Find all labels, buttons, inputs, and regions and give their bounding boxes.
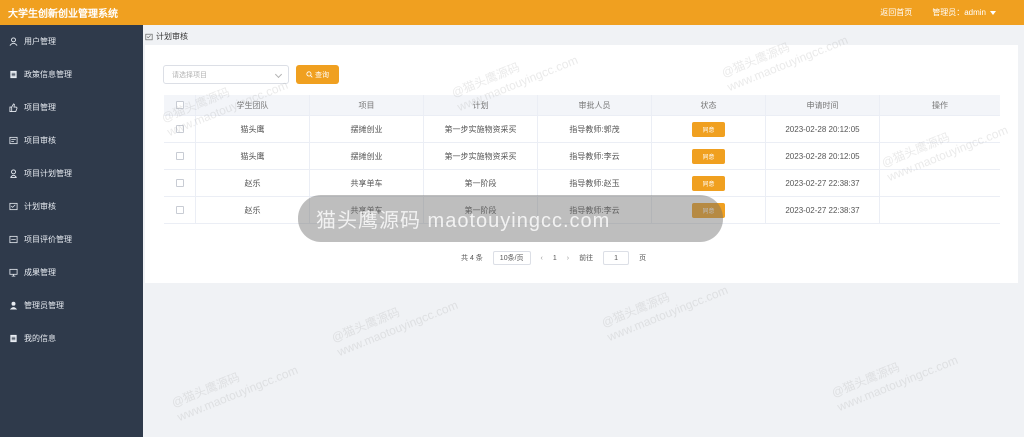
sidebar-item-label: 管理员管理 bbox=[24, 301, 64, 310]
row-checkbox[interactable] bbox=[175, 125, 184, 133]
user-icon bbox=[9, 37, 18, 46]
sidebar-item-label: 我的信息 bbox=[24, 334, 56, 343]
plan-cell: 第一步实施物资采买 bbox=[424, 116, 538, 142]
sidebar: 用户管理 政策信息管理 项目管理 项目审核 项目计划管理 计划审核 项目评价管理… bbox=[0, 25, 143, 437]
column-header: 学生团队 bbox=[196, 95, 310, 115]
team-cell: 猫头鹰 bbox=[196, 143, 310, 169]
goto-page-input[interactable]: 1 bbox=[603, 251, 630, 265]
table-row: 猫头鹰 摆摊创业 第一步实施物资采买 指导教师:郭茂 同意 2023-02-28… bbox=[164, 116, 1000, 143]
action-cell bbox=[880, 170, 1000, 196]
sidebar-item-project-plans[interactable]: 项目计划管理 bbox=[0, 157, 143, 190]
approver-cell: 指导教师:赵玉 bbox=[538, 170, 652, 196]
team-cell: 赵乐 bbox=[196, 170, 310, 196]
time-cell: 2023-02-27 22:38:37 bbox=[766, 170, 880, 196]
sidebar-item-label: 计划审核 bbox=[24, 202, 56, 211]
project-cell: 共享单车 bbox=[310, 170, 424, 196]
current-page-number[interactable]: 1 bbox=[553, 255, 557, 262]
prev-page-button[interactable]: ‹ bbox=[541, 255, 543, 262]
table-header: 学生团队 项目 计划 审批人员 状态 申请时间 操作 bbox=[164, 95, 1000, 116]
column-header: 申请时间 bbox=[766, 95, 880, 115]
sidebar-item-plan-audit[interactable]: 计划审核 bbox=[0, 190, 143, 223]
breadcrumb-label: 计划审核 bbox=[156, 32, 188, 41]
approver-cell: 指导教师:郭茂 bbox=[538, 116, 652, 142]
project-select-placeholder: 请选择项目 bbox=[172, 71, 207, 79]
page-size-select[interactable]: 10条/页 bbox=[492, 251, 531, 265]
pagination-total: 共 4 条 bbox=[461, 255, 483, 262]
chevron-down-icon bbox=[274, 70, 283, 79]
sidebar-item-projects[interactable]: 项目管理 bbox=[0, 91, 143, 124]
sidebar-item-project-audit[interactable]: 项目审核 bbox=[0, 124, 143, 157]
admin-dropdown[interactable]: 管理员：admin bbox=[932, 7, 996, 18]
next-page-button[interactable]: › bbox=[567, 255, 569, 262]
team-cell: 赵乐 bbox=[196, 197, 310, 223]
team-cell: 猫头鹰 bbox=[196, 116, 310, 142]
project-select[interactable]: 请选择项目 bbox=[163, 65, 289, 84]
row-checkbox[interactable] bbox=[175, 152, 184, 160]
select-all-checkbox[interactable] bbox=[175, 101, 184, 109]
sidebar-item-label: 用户管理 bbox=[24, 37, 56, 46]
sidebar-item-results[interactable]: 成果管理 bbox=[0, 256, 143, 289]
page-unit-label: 页 bbox=[639, 255, 647, 262]
admin-icon bbox=[9, 301, 18, 310]
project-cell: 摆摊创业 bbox=[310, 116, 424, 142]
sidebar-item-my-info[interactable]: 我的信息 bbox=[0, 322, 143, 355]
home-link[interactable]: 返回首页 bbox=[880, 7, 912, 18]
watermark-banner: 猫头鹰源码 maotouyingcc.com bbox=[298, 195, 723, 242]
column-header: 项目 bbox=[310, 95, 424, 115]
sidebar-item-label: 政策信息管理 bbox=[24, 70, 72, 79]
action-cell bbox=[880, 197, 1000, 223]
query-button[interactable]: 查询 bbox=[296, 65, 339, 84]
evaluation-icon bbox=[9, 235, 18, 244]
breadcrumb: 计划审核 bbox=[145, 31, 188, 42]
top-right-nav: 返回首页 管理员：admin bbox=[880, 0, 996, 25]
sidebar-item-admins[interactable]: 管理员管理 bbox=[0, 289, 143, 322]
sidebar-item-label: 成果管理 bbox=[24, 268, 56, 277]
row-checkbox[interactable] bbox=[175, 206, 184, 214]
audit-icon bbox=[9, 136, 18, 145]
sidebar-item-users[interactable]: 用户管理 bbox=[0, 25, 143, 58]
status-button[interactable]: 同意 bbox=[692, 175, 725, 191]
time-cell: 2023-02-28 20:12:05 bbox=[766, 116, 880, 142]
sidebar-item-evaluation[interactable]: 项目评价管理 bbox=[0, 223, 143, 256]
column-header: 计划 bbox=[424, 95, 538, 115]
plan-audit-icon bbox=[9, 202, 18, 211]
action-cell bbox=[880, 143, 1000, 169]
document-icon bbox=[9, 70, 18, 79]
admin-label: 管理员：admin bbox=[932, 8, 986, 17]
plan-audit-icon bbox=[145, 33, 153, 40]
plan-cell: 第一阶段 bbox=[424, 170, 538, 196]
top-bar: 大学生创新创业管理系统 返回首页 管理员：admin bbox=[0, 0, 1024, 25]
column-header: 审批人员 bbox=[538, 95, 652, 115]
goto-label: 前往 bbox=[579, 255, 594, 262]
project-cell: 摆摊创业 bbox=[310, 143, 424, 169]
app-title: 大学生创新创业管理系统 bbox=[8, 9, 118, 20]
pagination: 共 4 条 10条/页 ‹ 1 › 前往 1 页 bbox=[461, 251, 656, 265]
column-header: 操作 bbox=[932, 100, 948, 110]
content-panel: 请选择项目 查询 学生团队 项目 计划 审批人员 状态 申请时间 操作 猫头鹰 … bbox=[145, 45, 1018, 283]
sidebar-item-label: 项目管理 bbox=[24, 103, 56, 112]
sidebar-item-label: 项目评价管理 bbox=[24, 235, 72, 244]
search-icon bbox=[306, 71, 313, 78]
status-button[interactable]: 同意 bbox=[692, 121, 725, 137]
user-plan-icon bbox=[9, 169, 18, 178]
caret-down-icon bbox=[990, 10, 996, 15]
query-button-label: 查询 bbox=[315, 71, 329, 79]
sidebar-item-policy[interactable]: 政策信息管理 bbox=[0, 58, 143, 91]
status-button[interactable]: 同意 bbox=[692, 148, 725, 164]
table-row: 猫头鹰 摆摊创业 第一步实施物资采买 指导教师:李云 同意 2023-02-28… bbox=[164, 143, 1000, 170]
row-checkbox[interactable] bbox=[175, 179, 184, 187]
monitor-icon bbox=[9, 268, 18, 277]
time-cell: 2023-02-28 20:12:05 bbox=[766, 143, 880, 169]
column-header: 状态 bbox=[652, 95, 766, 115]
info-icon bbox=[9, 334, 18, 343]
time-cell: 2023-02-27 22:38:37 bbox=[766, 197, 880, 223]
action-cell bbox=[880, 116, 1000, 142]
table-row: 赵乐 共享单车 第一阶段 指导教师:赵玉 同意 2023-02-27 22:38… bbox=[164, 170, 1000, 197]
sidebar-item-label: 项目计划管理 bbox=[24, 169, 72, 178]
sidebar-item-label: 项目审核 bbox=[24, 136, 56, 145]
thumb-icon bbox=[9, 103, 18, 112]
plan-cell: 第一步实施物资采买 bbox=[424, 143, 538, 169]
approver-cell: 指导教师:李云 bbox=[538, 143, 652, 169]
